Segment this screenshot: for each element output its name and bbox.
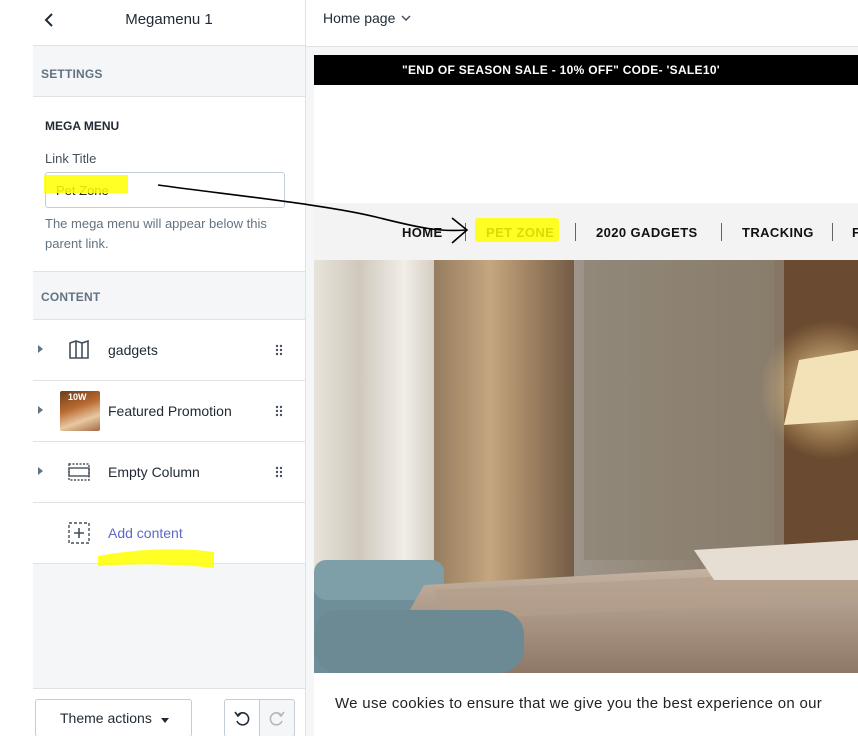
settings-panel: MEGA MENU Link Title The mega menu will … xyxy=(33,97,305,272)
announcement-text: "END OF SEASON SALE - 10% OFF" CODE- 'SA… xyxy=(402,63,720,77)
chevron-down-icon xyxy=(401,14,411,21)
mega-menu-heading: MEGA MENU xyxy=(45,119,120,133)
nav-item-home[interactable]: HOME xyxy=(402,225,443,240)
expand-caret-icon[interactable] xyxy=(38,406,43,414)
hero-image xyxy=(314,260,858,673)
screen: Megamenu 1 SETTINGS MEGA MENU Link Title… xyxy=(0,0,858,736)
nav-item-2020-gadgets[interactable]: 2020 GADGETS xyxy=(596,225,698,240)
theme-actions-button[interactable]: Theme actions xyxy=(35,699,192,736)
undo-icon xyxy=(234,711,250,726)
redo-icon xyxy=(269,711,285,726)
add-content-button[interactable]: Add content xyxy=(33,503,305,564)
drag-handle-icon[interactable] xyxy=(275,344,283,356)
nav-divider xyxy=(575,223,576,241)
store-header xyxy=(314,85,858,203)
nav-item-pet-zone[interactable]: PET ZONE xyxy=(486,225,554,240)
content-section-header: CONTENT xyxy=(33,272,305,320)
nav-divider xyxy=(832,223,833,241)
store-navigation: HOME PET ZONE 2020 GADGETS TRACKING F xyxy=(314,203,858,260)
content-item-gadgets[interactable]: gadgets xyxy=(33,320,305,381)
cookie-text: We use cookies to ensure that we give yo… xyxy=(335,695,823,712)
settings-section-header: SETTINGS xyxy=(33,47,305,97)
content-item-label: gadgets xyxy=(108,342,158,358)
content-item-label: Empty Column xyxy=(108,464,200,480)
content-item-label: Featured Promotion xyxy=(108,403,232,419)
promotion-thumbnail: 10W xyxy=(60,391,100,431)
thumbnail-text: 10W xyxy=(68,392,87,402)
content-item-empty-column[interactable]: Empty Column xyxy=(33,442,305,503)
caret-down-icon xyxy=(161,718,169,723)
link-title-input[interactable] xyxy=(45,172,285,208)
nav-divider xyxy=(465,223,466,241)
editor-topbar: Home page xyxy=(306,0,858,47)
cookie-banner: We use cookies to ensure that we give yo… xyxy=(314,673,858,736)
settings-heading: SETTINGS xyxy=(41,67,103,81)
store-preview: "END OF SEASON SALE - 10% OFF" CODE- 'SA… xyxy=(314,55,858,736)
theme-editor-sidebar: Megamenu 1 SETTINGS MEGA MENU Link Title… xyxy=(33,0,306,736)
nav-item-tracking[interactable]: TRACKING xyxy=(742,225,814,240)
add-content-label: Add content xyxy=(108,525,183,541)
redo-button[interactable] xyxy=(259,699,295,736)
expand-caret-icon[interactable] xyxy=(38,467,43,475)
link-title-help-text: The mega menu will appear below this par… xyxy=(45,216,267,251)
drag-handle-icon[interactable] xyxy=(275,466,283,478)
nav-divider xyxy=(721,223,722,241)
nav-item-truncated[interactable]: F xyxy=(852,225,858,240)
bedroom-photo xyxy=(314,260,858,673)
sidebar-header: Megamenu 1 xyxy=(33,0,305,46)
add-icon xyxy=(67,521,91,545)
page-selector[interactable]: Home page xyxy=(323,10,411,26)
column-icon xyxy=(67,460,91,484)
expand-caret-icon[interactable] xyxy=(38,345,43,353)
content-list: gadgets 10W Featured Promotion Empty Col… xyxy=(33,320,305,564)
link-title-label: Link Title xyxy=(45,151,97,166)
content-heading: CONTENT xyxy=(41,290,101,304)
content-item-featured-promotion[interactable]: 10W Featured Promotion xyxy=(33,381,305,442)
sidebar-title: Megamenu 1 xyxy=(125,11,213,28)
sidebar-footer: Theme actions xyxy=(33,688,305,736)
layout-icon xyxy=(67,338,91,362)
page-selector-label: Home page xyxy=(323,10,396,26)
undo-button[interactable] xyxy=(224,699,260,736)
announcement-bar: "END OF SEASON SALE - 10% OFF" CODE- 'SA… xyxy=(314,55,858,85)
theme-actions-label: Theme actions xyxy=(60,710,152,726)
drag-handle-icon[interactable] xyxy=(275,405,283,417)
